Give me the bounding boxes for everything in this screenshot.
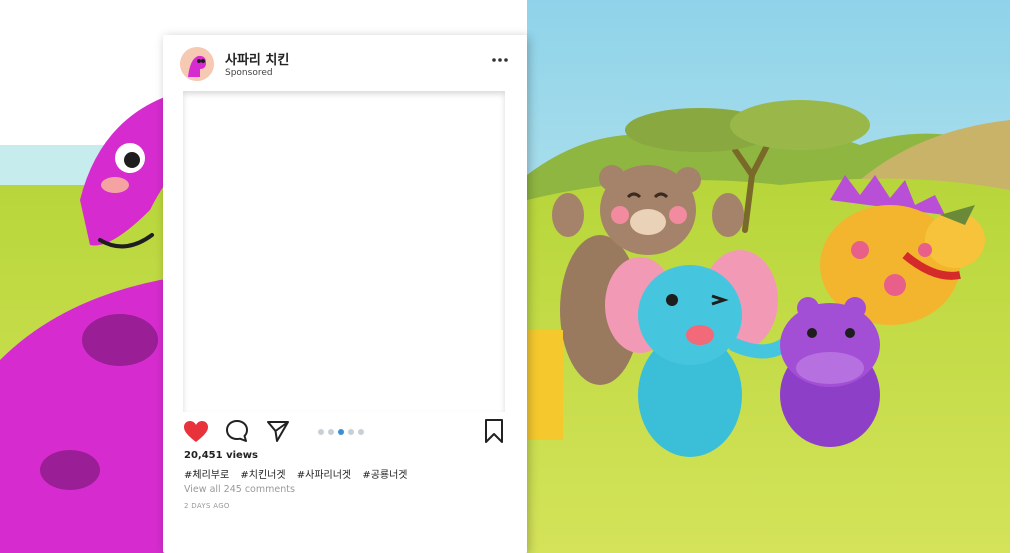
view-all-comments-link[interactable]: View all 245 comments — [184, 484, 295, 495]
heart-icon[interactable] — [183, 420, 209, 444]
paper-plane-icon[interactable] — [266, 419, 290, 443]
hashtag[interactable]: #체리부로 — [184, 470, 229, 481]
avatar[interactable] — [180, 47, 214, 81]
hashtag[interactable]: #공룡너겟 — [362, 470, 407, 481]
post-date: 2 DAYS AGO — [184, 502, 230, 510]
carousel-dot[interactable] — [318, 429, 324, 435]
dinosaur-avatar-icon — [180, 47, 214, 81]
carousel-dot-active[interactable] — [338, 429, 344, 435]
hashtags: #체리부로 #치킨너겟 #사파리너겟 #공룡너겟 — [184, 466, 416, 481]
account-name[interactable]: 사파리 치킨 — [225, 49, 289, 68]
hippo-character — [780, 297, 880, 447]
bookmark-icon[interactable] — [483, 418, 505, 444]
carousel-dot[interactable] — [328, 429, 334, 435]
post-image-window[interactable] — [183, 91, 505, 412]
instagram-post-card: 사파리 치킨 Sponsored 20,451 views #체리부로 #치킨너… — [163, 35, 527, 553]
post-actions-bar — [163, 415, 527, 451]
carousel-dot[interactable] — [358, 429, 364, 435]
sponsored-label: Sponsored — [225, 68, 273, 78]
more-dots-icon[interactable] — [491, 57, 509, 63]
carousel-dot[interactable] — [348, 429, 354, 435]
comment-bubble-icon[interactable] — [225, 419, 249, 443]
view-count: 20,451 views — [184, 450, 258, 461]
hashtag[interactable]: #사파리너겟 — [297, 470, 351, 481]
carousel-indicator — [318, 429, 364, 437]
post-header: 사파리 치킨 Sponsored — [163, 35, 527, 93]
hashtag[interactable]: #치킨너겟 — [240, 470, 285, 481]
